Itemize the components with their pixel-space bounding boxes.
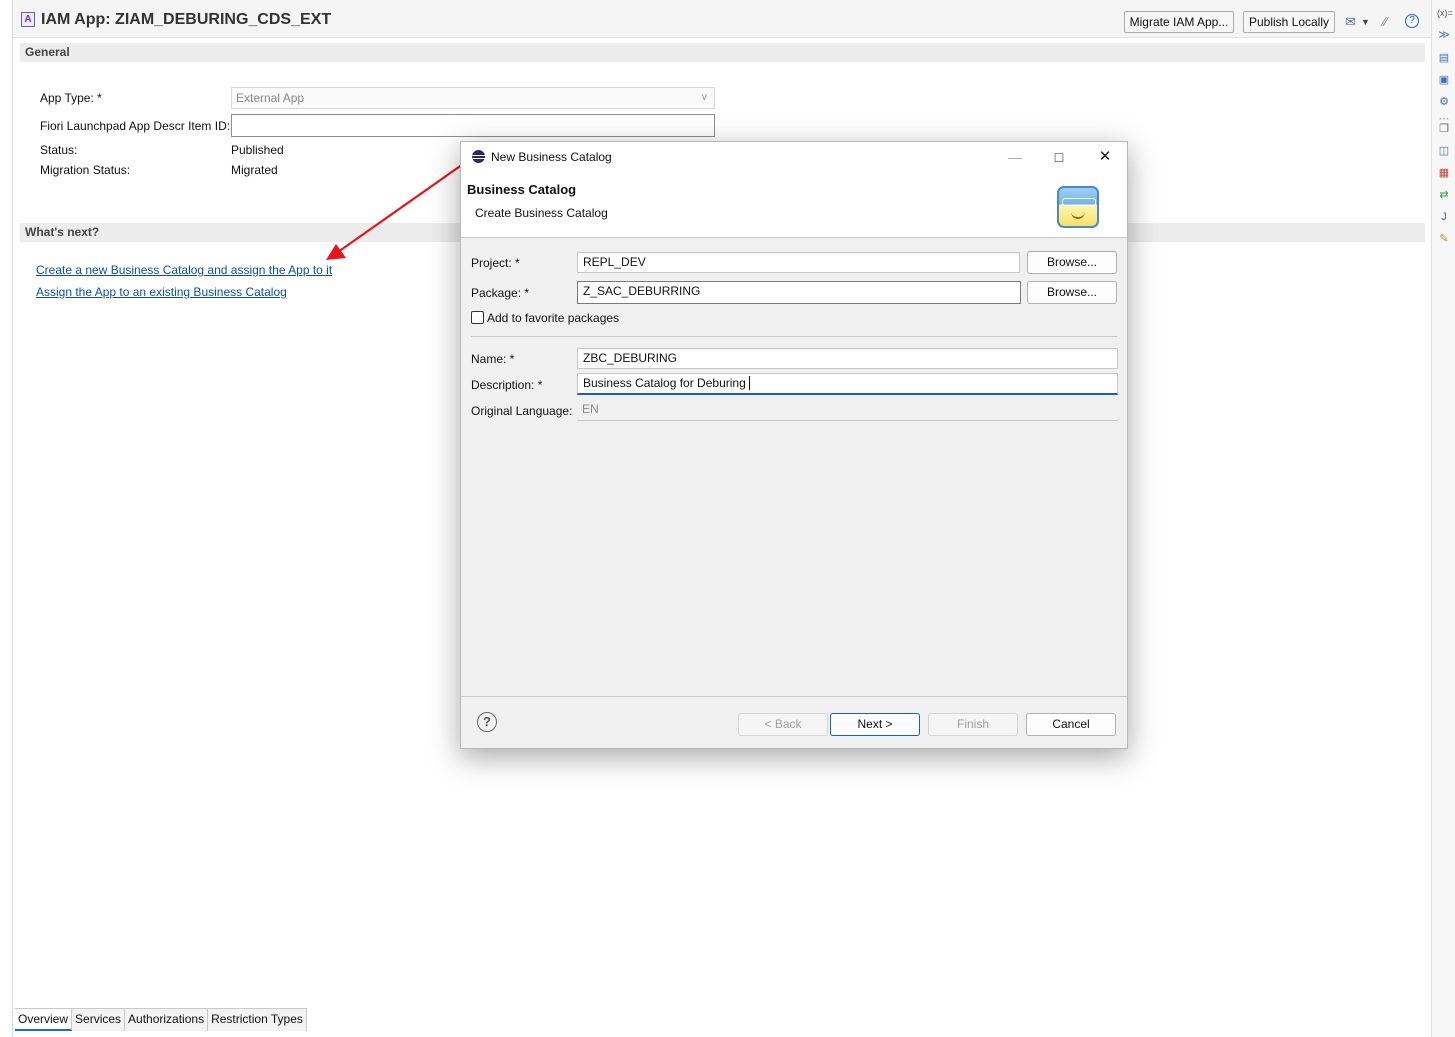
dialog-title: New Business Catalog [491, 150, 612, 164]
settings-icon[interactable]: ⚙ [1437, 95, 1451, 109]
divider [471, 336, 1117, 337]
package-label: Package: * [471, 286, 530, 300]
new-business-catalog-dialog: New Business Catalog — □ ✕ Business Cata… [460, 141, 1128, 749]
fiori-item-id-input[interactable] [231, 114, 715, 137]
banner-subtitle: Create Business Catalog [475, 206, 608, 220]
eclipse-logo-icon [472, 150, 485, 163]
tab-overview[interactable]: Overview [15, 1009, 73, 1031]
javadoc-icon[interactable]: J [1437, 210, 1451, 224]
dialog-titlebar: New Business Catalog — □ ✕ [461, 142, 1127, 172]
package-input[interactable]: Z_SAC_DEBURRING [577, 281, 1021, 304]
feed-icon[interactable]: ▣ [1437, 73, 1451, 87]
project-browse-button[interactable]: Browse... [1027, 251, 1117, 274]
assign-existing-catalog-link[interactable]: Assign the App to an existing Business C… [36, 285, 287, 299]
wand-icon[interactable]: ∕∕ [1383, 14, 1387, 29]
chevron-down-icon: ∨ [700, 92, 708, 103]
minimize-icon[interactable]: — [1001, 146, 1029, 168]
editor-page-tabs: Overview Services Authorizations Restric… [15, 1008, 307, 1031]
description-input[interactable]: Business Catalog for Deburing [577, 373, 1118, 395]
create-business-catalog-link[interactable]: Create a new Business Catalog and assign… [36, 263, 332, 277]
status-label: Status: [40, 143, 78, 157]
tab-restriction-types[interactable]: Restriction Types [208, 1009, 307, 1031]
feature-icon[interactable]: ✎ [1437, 232, 1451, 246]
name-input[interactable]: ZBC_DEBURING [577, 348, 1118, 369]
tab-services[interactable]: Services [72, 1009, 126, 1031]
fiori-item-id-label: Fiori Launchpad App Descr Item ID: [40, 119, 231, 133]
iam-app-icon: A [21, 12, 35, 27]
breakpoints-icon[interactable]: ≫ [1437, 28, 1451, 42]
back-button[interactable]: < Back [738, 713, 828, 736]
document-icon[interactable]: ▤ [1437, 51, 1451, 65]
report-icon[interactable]: ▦ [1437, 166, 1451, 180]
close-icon[interactable]: ✕ [1091, 146, 1119, 168]
project-label: Project: * [471, 256, 520, 270]
variables-icon[interactable]: (x)= [1437, 6, 1453, 20]
description-value: Business Catalog for Deburing [583, 376, 746, 390]
app-type-select[interactable]: External App ∨ [231, 87, 715, 109]
business-catalog-icon [1057, 186, 1099, 228]
next-button[interactable]: Next > [830, 713, 920, 736]
publish-locally-button[interactable]: Publish Locally [1243, 11, 1335, 33]
share-link-icon[interactable]: ✉ [1345, 14, 1356, 30]
console-icon[interactable]: ◫ [1437, 144, 1451, 158]
restore-icon[interactable]: ❐ [1437, 122, 1451, 136]
cancel-button[interactable]: Cancel [1026, 713, 1116, 736]
original-language-label: Original Language: [471, 404, 573, 418]
migration-status-label: Migration Status: [40, 163, 131, 177]
description-label: Description: * [471, 378, 543, 392]
general-section-header: General [20, 43, 1425, 62]
favorite-packages-label: Add to favorite packages [487, 311, 620, 325]
banner-title: Business Catalog [467, 182, 577, 197]
editor-header: A IAM App: ZIAM_DEBURING_CDS_EXT Migrate… [13, 0, 1431, 38]
package-browse-button[interactable]: Browse... [1027, 281, 1117, 304]
transport-icon[interactable]: ⇄ [1437, 188, 1451, 202]
help-icon[interactable]: ? [477, 712, 497, 732]
editor-title: IAM App: ZIAM_DEBURING_CDS_EXT [41, 11, 332, 28]
original-language-field: EN [577, 400, 1118, 421]
right-view-toolbar: (x)= ≫ ▤ ▣ ⚙ ⋯ ❐ ◫ ▦ ⇄ J ✎ [1431, 0, 1455, 1037]
footer-divider [461, 696, 1127, 697]
text-cursor [748, 376, 750, 390]
app-type-label: App Type: * [40, 91, 102, 105]
finish-button[interactable]: Finish [928, 713, 1018, 736]
help-icon[interactable]: ? [1405, 14, 1419, 28]
migrate-iam-app-button[interactable]: Migrate IAM App... [1124, 11, 1234, 33]
name-label: Name: * [471, 352, 515, 366]
migration-status-value: Migrated [231, 163, 278, 177]
maximize-icon[interactable]: □ [1045, 146, 1073, 168]
favorite-packages-checkbox[interactable] [471, 311, 484, 324]
app-type-value: External App [236, 91, 305, 105]
project-input[interactable]: REPL_DEV [577, 252, 1020, 273]
chevron-down-icon[interactable]: ▼ [1361, 17, 1370, 27]
wizard-banner: Business Catalog Create Business Catalog [461, 172, 1127, 238]
status-value: Published [231, 143, 284, 157]
tab-authorizations[interactable]: Authorizations [125, 1009, 209, 1031]
